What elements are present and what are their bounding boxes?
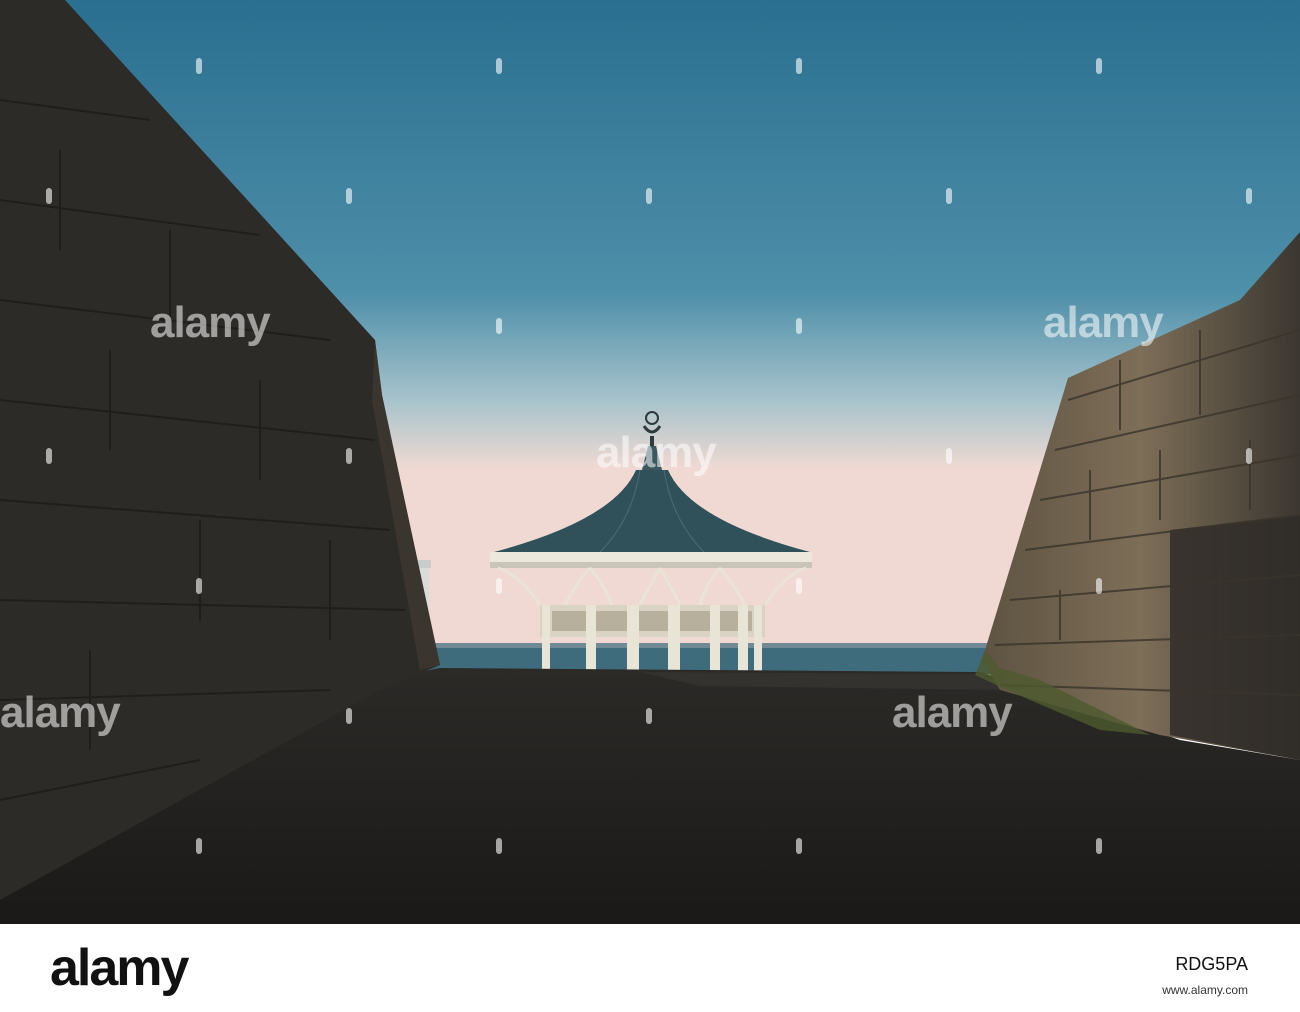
footer-bar: alamy RDG5PA www.alamy.com <box>0 924 1300 1012</box>
scene-illustration <box>0 0 1300 924</box>
photo: alamy alamy alamy alamy alamy <box>0 0 1300 924</box>
site-url: www.alamy.com <box>1162 983 1248 997</box>
image-id: RDG5PA <box>1175 954 1248 974</box>
alamy-logo: alamy <box>50 939 189 997</box>
